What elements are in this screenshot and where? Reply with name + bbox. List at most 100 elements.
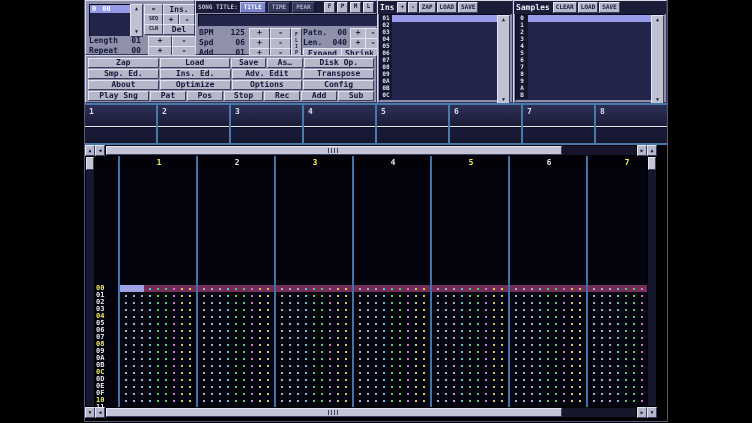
scroll-down-icon[interactable]: ▼ (131, 28, 142, 36)
sample-row[interactable]: A (516, 85, 664, 92)
scope-channel-1[interactable]: 1 (85, 105, 158, 143)
pattern-cell[interactable] (588, 383, 647, 390)
pattern-cell[interactable] (276, 390, 354, 397)
pattern-cell[interactable] (510, 383, 588, 390)
pattern-cell[interactable] (198, 320, 276, 327)
pattern-cell[interactable] (276, 369, 354, 376)
pattern-cell[interactable] (198, 348, 276, 355)
pattern-row[interactable]: 01 (95, 292, 647, 299)
pattern-editor[interactable]: ▲ ◀ ▶ ▲ 1234567 000102030405060708090A0B… (85, 145, 657, 421)
sample-row[interactable]: 5 (516, 50, 664, 57)
instrument-plus-button[interactable]: + (397, 2, 407, 13)
pattern-cell[interactable] (276, 327, 354, 334)
pattern-cell[interactable] (354, 306, 432, 313)
instrument-row[interactable]: 01 (380, 15, 510, 22)
pattern-cell[interactable] (354, 355, 432, 362)
pattern-cell[interactable] (510, 285, 588, 292)
pattern-cell[interactable] (120, 292, 198, 299)
pattern-cell[interactable] (432, 362, 510, 369)
order-list-scrollbar[interactable]: ▲ ▼ (130, 4, 143, 37)
sample-load-button[interactable]: LOAD (578, 2, 598, 13)
main-button-disk-op[interactable]: Disk Op. (304, 58, 375, 68)
pattern-row[interactable]: 00 (95, 285, 647, 292)
pattern-cell[interactable] (276, 299, 354, 306)
tab-title[interactable]: TITLE (240, 2, 266, 13)
pattern-cell[interactable] (510, 348, 588, 355)
instrument-row[interactable]: 0A (380, 78, 510, 85)
scroll-right-icon[interactable]: ▶ (637, 407, 647, 418)
sample-row[interactable]: 9 (516, 78, 664, 85)
order-list-selected-row[interactable]: 0 00 (90, 5, 130, 13)
instrument-save-button[interactable]: SAVE (458, 2, 478, 13)
scrollbar-thumb[interactable] (86, 157, 94, 170)
pattern-cell[interactable] (120, 362, 198, 369)
pattern-cell[interactable] (276, 306, 354, 313)
pattern-cell[interactable] (276, 355, 354, 362)
main-button-about[interactable]: About (88, 80, 159, 90)
scrollbar-thumb[interactable] (652, 24, 663, 96)
main-button-options[interactable]: Options (232, 80, 303, 90)
pattern-cell[interactable] (198, 327, 276, 334)
pattern-cell[interactable] (432, 306, 510, 313)
pattern-cell[interactable] (432, 397, 510, 404)
pattern-cell[interactable] (510, 292, 588, 299)
scroll-left-icon[interactable]: ◀ (95, 145, 105, 156)
pattern-row[interactable]: 0D (95, 376, 647, 383)
pattern-cell[interactable] (354, 285, 432, 292)
order-list[interactable]: 0 00 (89, 4, 131, 37)
pattern-cell[interactable] (354, 292, 432, 299)
pattern-cell[interactable] (198, 341, 276, 348)
hscroll-thumb[interactable] (106, 408, 562, 417)
main-button-zap[interactable]: Zap (88, 58, 159, 68)
pattern-cell[interactable] (432, 390, 510, 397)
scroll-up-icon[interactable]: ▲ (498, 16, 509, 24)
sample-row[interactable]: B (516, 92, 664, 99)
sample-save-button[interactable]: SAVE (599, 2, 619, 13)
scrollbar-thumb[interactable] (648, 157, 656, 170)
instrument-row[interactable]: 08 (380, 64, 510, 71)
pattern-row[interactable]: 0B (95, 362, 647, 369)
main-button-add[interactable]: Add (301, 91, 337, 101)
pattern-row[interactable]: 03 (95, 306, 647, 313)
pattern-cell[interactable] (588, 348, 647, 355)
scroll-up-icon[interactable]: ▲ (647, 145, 657, 156)
pattern-cell[interactable] (588, 285, 647, 292)
pattern-cell[interactable] (432, 341, 510, 348)
pattern-cell[interactable] (120, 355, 198, 362)
pattern-channel-header-7[interactable]: 7 (588, 158, 647, 167)
pattern-cell[interactable] (510, 369, 588, 376)
pattern-cell[interactable] (432, 383, 510, 390)
scroll-down-icon[interactable]: ▼ (647, 407, 657, 418)
pattern-cell[interactable] (120, 334, 198, 341)
pattern-row[interactable]: 05 (95, 320, 647, 327)
pattern-cell[interactable] (588, 355, 647, 362)
pattern-cell[interactable] (432, 285, 510, 292)
instrument-scrollbar[interactable]: ▲ ▼ (497, 15, 510, 105)
pattern-cell[interactable] (432, 299, 510, 306)
pattern-cell[interactable] (510, 299, 588, 306)
scrollbar-thumb[interactable] (131, 13, 142, 28)
pattern-cell[interactable] (510, 376, 588, 383)
sample-row[interactable]: 6 (516, 57, 664, 64)
pattern-cell[interactable] (198, 334, 276, 341)
main-button-ins-ed[interactable]: Ins. Ed. (160, 69, 231, 79)
main-button-sub[interactable]: Sub (338, 91, 374, 101)
pattern-cell[interactable] (588, 362, 647, 369)
sample-row[interactable]: 2 (516, 29, 664, 36)
pattern-row[interactable]: 0F (95, 390, 647, 397)
scope-channel-7[interactable]: 7 (523, 105, 596, 143)
instrument-row[interactable]: 04 (380, 36, 510, 43)
pattern-cell[interactable] (120, 376, 198, 383)
pattern-cell[interactable] (198, 313, 276, 320)
main-button-save[interactable]: Save (231, 58, 266, 68)
pattern-cell[interactable] (588, 292, 647, 299)
pattern-cell[interactable] (432, 334, 510, 341)
scope-channel-6[interactable]: 6 (450, 105, 523, 143)
order-cln-button[interactable]: CLN (144, 24, 163, 35)
pattern-cell[interactable] (510, 355, 588, 362)
instrument-minus-button[interactable]: - (408, 2, 418, 13)
scope-channel-4[interactable]: 4 (304, 105, 377, 143)
pattern-cell[interactable] (588, 397, 647, 404)
pattern-cell[interactable] (198, 292, 276, 299)
pattern-channel-header-4[interactable]: 4 (354, 158, 432, 167)
